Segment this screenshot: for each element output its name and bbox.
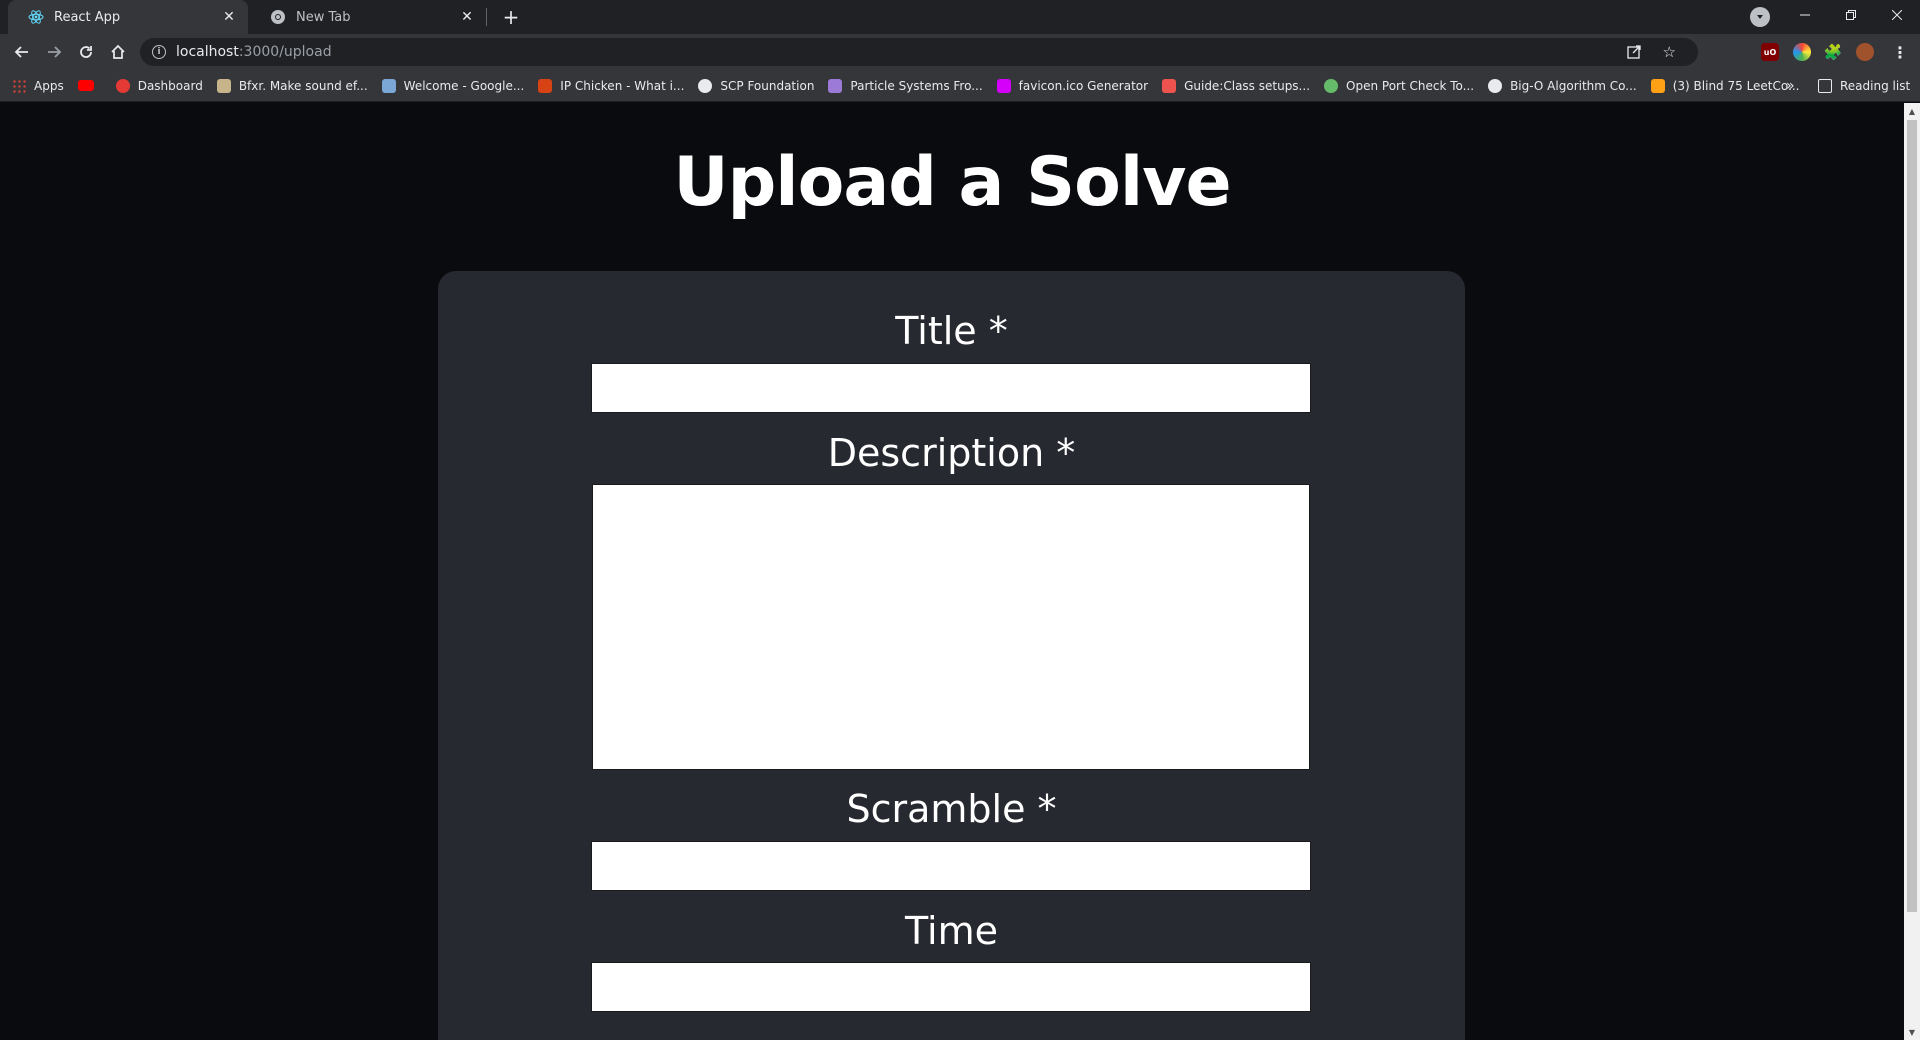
close-icon[interactable]: ✕ <box>458 8 476 26</box>
tab-new-tab[interactable]: New Tab ✕ <box>250 0 486 34</box>
browser-menu-icon[interactable]: ⋮ <box>1890 42 1910 62</box>
description-textarea[interactable] <box>592 484 1310 770</box>
bookmark-label: Open Port Check To... <box>1346 78 1475 93</box>
bookmark-label: Welcome - Google... <box>403 78 525 93</box>
scramble-input[interactable] <box>591 841 1311 891</box>
bookmark-label: Dashboard <box>137 78 203 93</box>
bookmark-item[interactable] <box>77 80 102 91</box>
scroll-up-arrow-icon[interactable]: ▲ <box>1904 103 1920 119</box>
bookmark-item[interactable]: Bfxr. Make sound ef... <box>216 78 368 93</box>
bigo-icon <box>1488 78 1503 93</box>
ublock-origin-icon[interactable]: uO <box>1761 43 1779 61</box>
globe-icon <box>1324 78 1339 93</box>
bookmark-item[interactable]: favicon.ico Generator <box>996 78 1149 93</box>
restore-icon[interactable] <box>1828 0 1874 30</box>
reload-icon[interactable] <box>72 38 100 66</box>
bookmark-label: (3) Blind 75 LeetCo... <box>1672 78 1800 93</box>
bookmark-item[interactable]: Open Port Check To... <box>1324 78 1475 93</box>
bfxr-icon <box>216 78 231 93</box>
share-icon[interactable] <box>1627 44 1642 63</box>
bookmark-label: Guide:Class setups... <box>1184 78 1311 93</box>
particle-icon <box>828 78 843 93</box>
bookmark-label: Particle Systems Fro... <box>850 78 983 93</box>
time-input[interactable] <box>591 962 1311 1012</box>
window-close-icon[interactable] <box>1874 0 1920 30</box>
chrome-icon <box>270 9 286 25</box>
bookmarks-overflow-icon[interactable]: » <box>1786 78 1795 94</box>
bookmark-item[interactable]: Particle Systems Fro... <box>828 78 983 93</box>
bookmark-label: IP Chicken - What i... <box>560 78 685 93</box>
reading-list-label: Reading list <box>1840 79 1911 93</box>
browser-toolbar: i localhost:3000/upload ☆ uO 🧩 ⋮ <box>0 34 1920 70</box>
bookmark-star-icon[interactable]: ☆ <box>1663 43 1676 61</box>
bookmark-item[interactable]: IP Chicken - What i... <box>538 78 685 93</box>
bookmark-item[interactable]: Apps <box>12 78 64 93</box>
home-icon[interactable] <box>104 38 132 66</box>
bookmark-item[interactable]: SCP Foundation <box>698 78 815 93</box>
reading-list-icon <box>1818 79 1832 93</box>
chicken-icon <box>538 78 553 93</box>
dashboard-icon <box>115 78 130 93</box>
leetcode-icon <box>1650 78 1665 93</box>
new-tab-button[interactable]: + <box>498 4 524 30</box>
vertical-scrollbar[interactable]: ▲ ▼ <box>1904 103 1920 1040</box>
bookmark-item[interactable]: (3) Blind 75 LeetCo... <box>1650 78 1800 93</box>
address-bar[interactable]: i localhost:3000/upload ☆ <box>140 38 1698 66</box>
bookmark-label: Bfxr. Make sound ef... <box>238 78 368 93</box>
scp-icon <box>698 78 713 93</box>
apps-grid-icon <box>12 78 26 93</box>
tab-divider <box>486 8 487 26</box>
tab-search-icon[interactable] <box>1750 7 1770 27</box>
bookmark-item[interactable]: Dashboard <box>115 78 203 93</box>
forward-arrow-icon[interactable] <box>40 38 68 66</box>
google-icon <box>381 78 396 93</box>
title-input[interactable] <box>591 363 1311 413</box>
extensions-puzzle-icon[interactable]: 🧩 <box>1824 43 1843 61</box>
url-path: :3000/upload <box>238 44 332 60</box>
bookmark-label: Apps <box>34 78 64 93</box>
favicon-generator-icon <box>996 78 1011 93</box>
time-label: Time <box>905 909 998 953</box>
bookmark-label: favicon.ico Generator <box>1018 78 1149 93</box>
scrollbar-thumb[interactable] <box>1907 120 1917 912</box>
react-icon <box>28 9 44 25</box>
bookmark-item[interactable]: Welcome - Google... <box>381 78 525 93</box>
back-arrow-icon[interactable] <box>8 38 36 66</box>
reading-list-button[interactable]: Reading list <box>1818 70 1910 102</box>
youtube-icon <box>77 80 94 91</box>
bookmark-label: SCP Foundation <box>720 78 815 93</box>
scramble-label: Scramble * <box>846 787 1057 831</box>
upload-form-card: Title * Description * Scramble * Time <box>438 271 1465 1040</box>
profile-avatar[interactable] <box>1856 43 1874 61</box>
close-icon[interactable]: ✕ <box>220 8 238 26</box>
tab-strip: React App ✕ New Tab ✕ + <box>0 0 1920 34</box>
tab-title: React App <box>54 9 121 25</box>
minimize-icon[interactable] <box>1782 0 1828 30</box>
bookmarks-bar: Apps Dashboard Bfxr. Make sound ef... Welco… <box>0 70 1920 102</box>
description-label: Description * <box>827 431 1076 475</box>
guide-icon <box>1162 78 1177 93</box>
bookmark-item[interactable]: Guide:Class setups... <box>1162 78 1311 93</box>
site-info-icon[interactable]: i <box>152 45 166 59</box>
tab-title: New Tab <box>296 9 351 25</box>
bookmark-item[interactable]: Big-O Algorithm Co... <box>1488 78 1637 93</box>
url-host: localhost <box>176 44 239 60</box>
page-title: Upload a Solve <box>673 143 1231 222</box>
title-label: Title * <box>895 309 1008 353</box>
tab-react-app[interactable]: React App ✕ <box>8 0 248 34</box>
bookmark-label: Big-O Algorithm Co... <box>1510 78 1637 93</box>
page-viewport: Upload a Solve Title * Description * Scr… <box>0 103 1904 1040</box>
scroll-down-arrow-icon[interactable]: ▼ <box>1904 1024 1920 1040</box>
color-picker-extension-icon[interactable] <box>1793 43 1811 61</box>
